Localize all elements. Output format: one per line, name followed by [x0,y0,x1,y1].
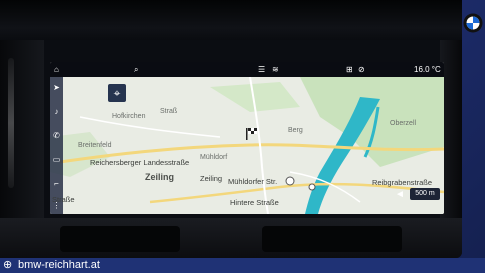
map-place-label: Straß [160,108,178,115]
status-bar: ⌂ ⌕ ☰ ≋ ⊞ ⊘ 16.0 °C [50,62,444,77]
dashboard-left-panel [0,40,44,220]
screen-sidebar: ➤ ♪ ✆ ▭ ⌐ ⋮ [50,77,63,214]
map-road-label: Straße [52,195,75,204]
map-road-label: Zeiling [200,174,223,183]
map-road-label: Hintere Straße [230,198,279,207]
seat-icon[interactable]: ⌐ [52,179,61,188]
car-interior-photo: ⌂ ⌕ ☰ ≋ ⊞ ⊘ 16.0 °C ➤ ♪ ✆ ▭ ⌐ ⋮ ⌖ Hofkir… [0,0,462,258]
map-place-label: Berg [288,127,303,134]
home-icon[interactable]: ⌂ [54,64,59,75]
search-icon[interactable]: ⌕ [134,64,138,75]
footer-bar: ⊕ bmw-reichhart.at [0,258,485,273]
map-place-label: Oberzell [390,120,417,127]
photo-scene: ⌂ ⌕ ☰ ≋ ⊞ ⊘ 16.0 °C ➤ ♪ ✆ ▭ ⌐ ⋮ ⌖ Hofkir… [0,0,485,273]
phone-icon[interactable]: ✆ [52,131,61,140]
map-place-label: Mühldorf [200,154,228,161]
destination-flag-icon [246,128,257,140]
dashboard-trim [0,0,462,40]
map-place-label: Hofkirchen [112,113,146,120]
mute-icon[interactable]: ⊘ [358,64,365,75]
recenter-map-button[interactable]: ⌖ [108,84,126,102]
current-position-arrow-icon: ◄ [395,189,405,200]
map-place-label: Breitenfeld [78,142,112,149]
layers-icon[interactable]: ≋ [272,64,279,75]
navigation-icon[interactable]: ➤ [52,83,61,92]
map-scale: 500 m [410,188,440,200]
air-vent-left [60,226,180,252]
map-roundabout [308,183,316,191]
car-icon[interactable]: ▭ [52,155,61,164]
list-icon[interactable]: ☰ [258,64,265,75]
music-icon[interactable]: ♪ [52,107,61,116]
map-roundabout [285,176,295,186]
bezel-reflection [8,58,14,188]
map-place-label: Zeiling [145,172,174,182]
website-label[interactable]: bmw-reichhart.at [18,258,100,273]
infotainment-screen: ⌂ ⌕ ☰ ≋ ⊞ ⊘ 16.0 °C ➤ ♪ ✆ ▭ ⌐ ⋮ ⌖ Hofkir… [50,62,444,214]
air-vent-right [262,226,402,252]
globe-icon: ⊕ [3,259,13,271]
map-road-label: Reibgrabenstraße [372,178,433,187]
map-road-label: Reichersberger Landesstraße [90,158,190,167]
bmw-logo [463,13,483,33]
temperature-readout: 16.0 °C [414,65,441,74]
tag-icon[interactable]: ⊞ [346,64,353,75]
map-road-label: Mühldorfer Str. [228,177,278,186]
